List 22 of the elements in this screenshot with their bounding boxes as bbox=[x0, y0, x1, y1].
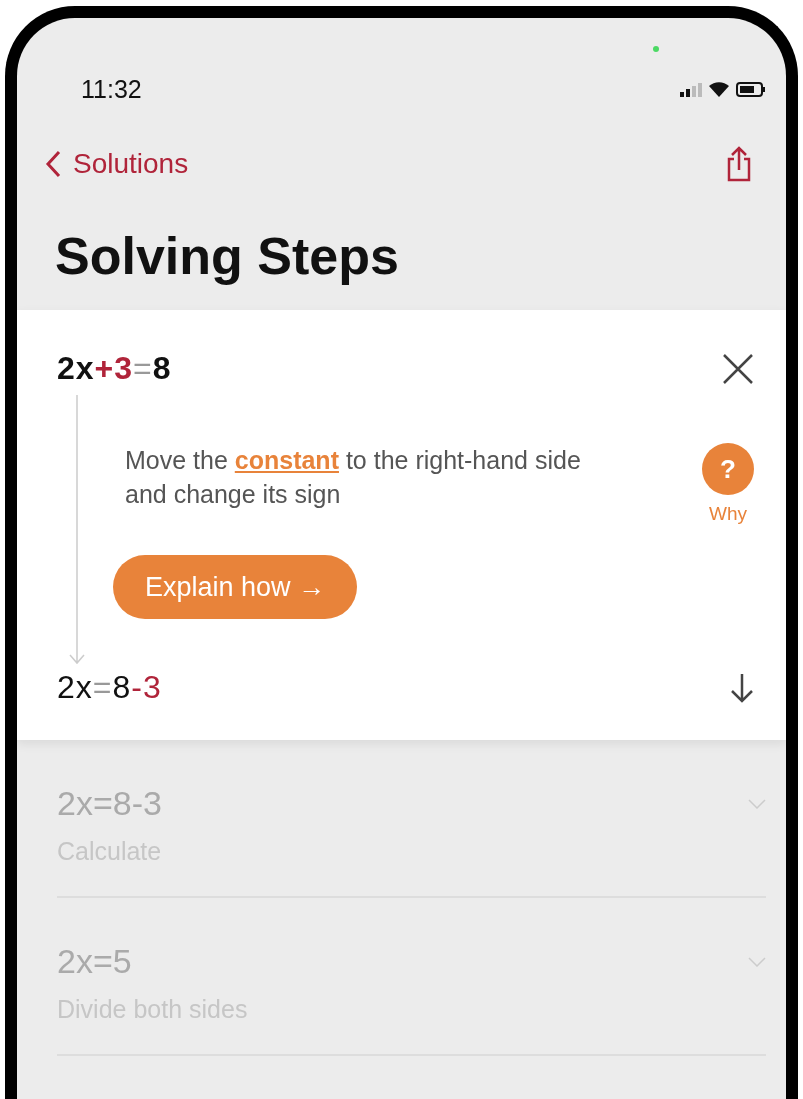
back-label: Solutions bbox=[73, 148, 189, 180]
why-button[interactable]: ? bbox=[702, 443, 754, 495]
signal-icon bbox=[680, 83, 702, 97]
chevron-left-icon bbox=[45, 150, 61, 178]
result-equation: 2x=8-3 bbox=[57, 669, 162, 706]
arrow-down-icon[interactable] bbox=[730, 672, 754, 703]
close-icon[interactable] bbox=[722, 352, 754, 385]
status-time: 11:32 bbox=[81, 74, 142, 104]
step-equation: 2x=8-3 bbox=[57, 784, 162, 823]
why-label: Why bbox=[709, 503, 747, 525]
step-explanation: Move the constant to the right-hand side and change its sign bbox=[125, 445, 582, 510]
explain-how-button[interactable]: Explain how → bbox=[113, 555, 358, 619]
back-link[interactable]: Solutions bbox=[45, 148, 189, 180]
step-equation: 2x=5 bbox=[57, 942, 132, 981]
share-icon[interactable] bbox=[726, 146, 752, 182]
wifi-icon bbox=[708, 81, 730, 97]
equation: 2x+3=8 bbox=[57, 350, 172, 387]
camera-indicator-icon bbox=[653, 46, 659, 52]
battery-icon bbox=[736, 82, 766, 97]
step-arrow-icon bbox=[69, 395, 85, 665]
constant-link[interactable]: constant bbox=[234, 446, 339, 474]
page-title: Solving Steps bbox=[55, 226, 400, 287]
